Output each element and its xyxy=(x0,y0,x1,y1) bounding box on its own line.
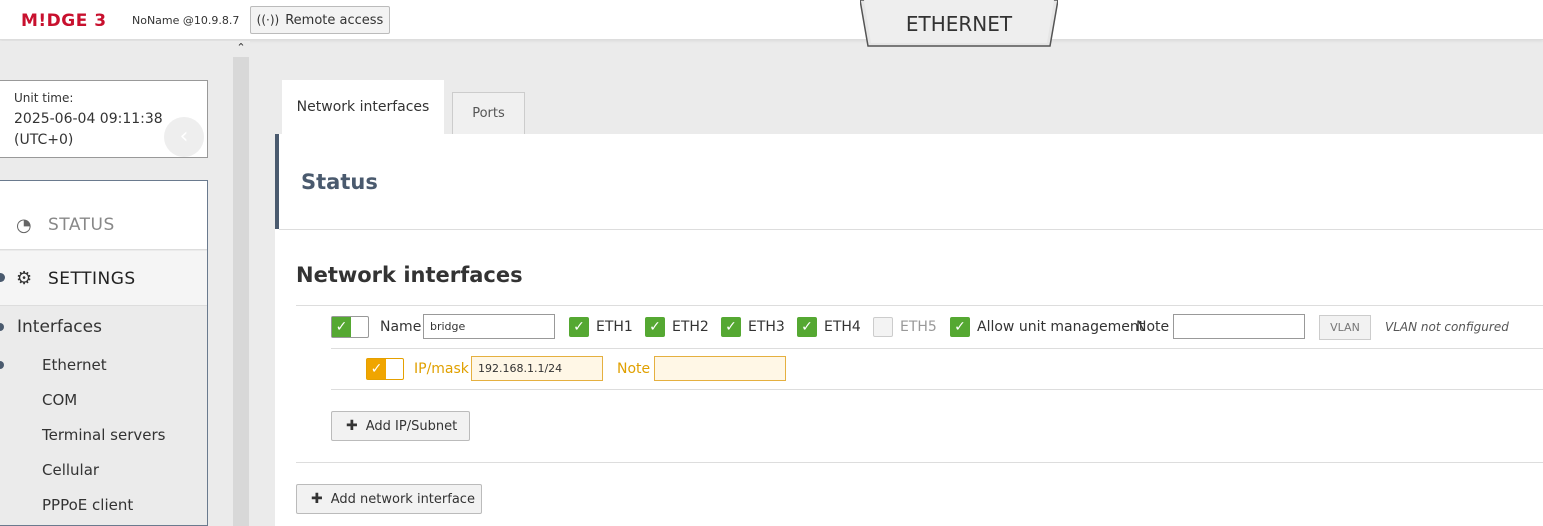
name-label: Name xyxy=(380,319,422,335)
divider xyxy=(296,305,1543,306)
sidebar-status-label: STATUS xyxy=(48,215,115,235)
name-input[interactable]: bridge xyxy=(423,314,555,339)
eth3-checkbox[interactable]: ✓ xyxy=(721,317,741,337)
back-arrow-icon[interactable]: ‹ xyxy=(164,117,204,157)
midge3-logo: M!DGE 3 xyxy=(21,11,107,31)
sidebar-item-pppoe-client[interactable]: PPPoE client xyxy=(42,496,133,514)
eth5-checkbox[interactable] xyxy=(873,317,893,337)
eth2-checkbox[interactable]: ✓ xyxy=(645,317,665,337)
sidebar-item-interfaces[interactable]: Interfaces xyxy=(17,317,102,337)
unit-time-box: Unit time: 2025-06-04 09:11:38 (UTC+0) ‹ xyxy=(0,80,208,158)
sidebar-settings-label: SETTINGS xyxy=(48,269,136,289)
ip-note-label: Note xyxy=(617,361,651,377)
check-icon: ✓ xyxy=(332,317,351,337)
tab-network-interfaces[interactable]: Network interfaces xyxy=(282,80,444,134)
interface-enable-toggle[interactable]: ✓ xyxy=(331,316,369,338)
unit-time-label: Unit time: xyxy=(14,91,74,105)
ip-note-input[interactable] xyxy=(654,356,786,381)
ip-mask-label: IP/mask xyxy=(414,361,469,377)
sidebar-item-cellular[interactable]: Cellular xyxy=(42,461,99,479)
sidebar-scrollbar[interactable] xyxy=(233,57,249,526)
ip-enable-toggle[interactable]: ✓ xyxy=(366,358,404,380)
eth2-label: ETH2 xyxy=(672,319,709,335)
eth5-label: ETH5 xyxy=(900,319,937,335)
divider xyxy=(296,462,1543,463)
eth3-label: ETH3 xyxy=(748,319,785,335)
page-title: ETHERNET xyxy=(905,12,1013,36)
page-title-tab: ETHERNET xyxy=(860,0,1058,47)
allow-unit-management-checkbox[interactable]: ✓ xyxy=(950,317,970,337)
network-interfaces-heading: Network interfaces xyxy=(296,263,523,287)
check-icon: ✓ xyxy=(367,359,386,379)
vlan-button[interactable]: VLAN xyxy=(1319,315,1371,340)
sidebar-item-status[interactable]: ◔ STATUS xyxy=(0,181,207,250)
add-ip-subnet-label: Add IP/Subnet xyxy=(365,418,458,434)
gears-icon: ⚙ xyxy=(16,268,33,289)
eth4-label: ETH4 xyxy=(824,319,861,335)
note-input[interactable] xyxy=(1173,314,1305,339)
sidebar-item-terminal-servers[interactable]: Terminal servers xyxy=(42,426,165,444)
divider xyxy=(331,389,1543,390)
eth1-label: ETH1 xyxy=(596,319,633,335)
antenna-icon: ((·)) xyxy=(256,13,280,27)
chevron-up-icon[interactable]: ⌃ xyxy=(234,41,248,55)
eth1-checkbox[interactable]: ✓ xyxy=(569,317,589,337)
top-bar: M!DGE 3 NoName @10.9.8.7 ((·)) Remote ac… xyxy=(0,0,1543,40)
plus-icon: ✚ xyxy=(346,418,358,434)
note-label: Note xyxy=(1136,319,1170,335)
divider xyxy=(331,348,1543,349)
sidebar-nav: ◔ STATUS ⚙ SETTINGS Interfaces Ethernet … xyxy=(0,180,208,526)
plus-icon: ✚ xyxy=(311,491,323,507)
active-indicator-dot xyxy=(0,361,4,369)
dashboard-gauge-icon: ◔ xyxy=(16,215,32,236)
add-network-interface-button[interactable]: ✚ Add network interface xyxy=(296,484,482,514)
vlan-status-note: VLAN not configured xyxy=(1385,320,1509,334)
eth4-checkbox[interactable]: ✓ xyxy=(797,317,817,337)
sidebar-item-settings[interactable]: ⚙ SETTINGS xyxy=(0,251,207,306)
add-network-interface-label: Add network interface xyxy=(330,491,475,507)
status-heading: Status xyxy=(301,170,378,194)
allow-unit-management-label: Allow unit management xyxy=(977,319,1145,335)
status-accent-bar xyxy=(275,134,279,229)
ip-mask-input[interactable]: 192.168.1.1/24 xyxy=(471,356,603,381)
tab-ports[interactable]: Ports xyxy=(452,92,525,134)
remote-access-button[interactable]: ((·)) Remote access xyxy=(250,6,390,34)
remote-access-label: Remote access xyxy=(285,12,384,28)
divider xyxy=(279,229,1543,230)
active-indicator-dot xyxy=(0,273,5,282)
add-ip-subnet-button[interactable]: ✚ Add IP/Subnet xyxy=(331,411,470,441)
sidebar-item-ethernet[interactable]: Ethernet xyxy=(42,356,107,374)
active-indicator-dot xyxy=(0,323,4,331)
sidebar-item-com[interactable]: COM xyxy=(42,391,77,409)
unit-name: NoName @10.9.8.7 xyxy=(132,14,240,27)
